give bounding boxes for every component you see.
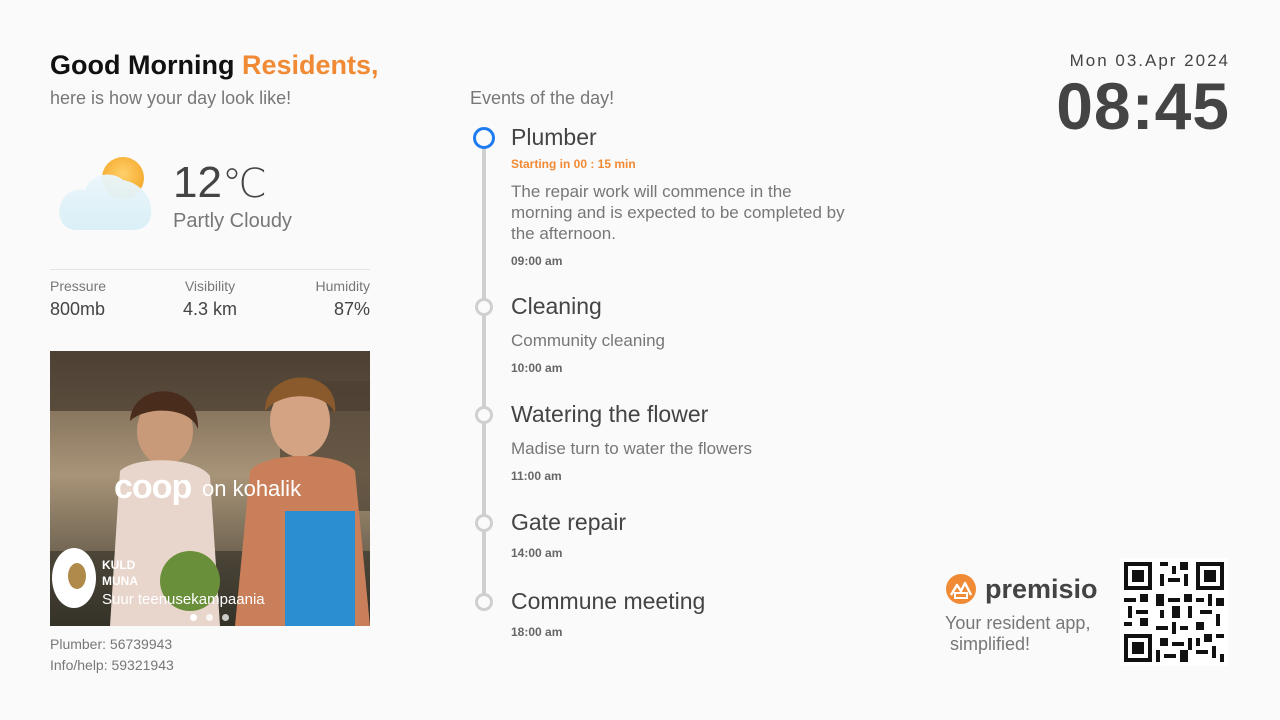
partly-cloudy-icon (59, 157, 152, 230)
temperature: 12℃ (173, 158, 267, 208)
event-item[interactable]: Commune meeting 18:00 am (511, 588, 705, 639)
timeline-dot-active (473, 127, 495, 149)
premisio-logo-icon (946, 574, 976, 604)
egg-icon (52, 548, 96, 608)
event-item[interactable]: Gate repair 14:00 am (511, 509, 626, 560)
stat-label: Visibility (184, 278, 236, 294)
timeline-dot (475, 593, 493, 611)
timeline-dot (475, 514, 493, 532)
greeting: Good Morning Residents, (50, 50, 379, 81)
ad-badge-line2: MUNA (102, 574, 138, 588)
greeting-name: Residents, (241, 50, 379, 80)
event-title: Gate repair (511, 509, 627, 535)
divider (50, 269, 370, 270)
event-item[interactable]: Watering the flower Madise turn to water… (511, 401, 851, 483)
contacts: Plumber: 56739943 Info/help: 59321943 (50, 634, 174, 676)
event-time: 09:00 am (511, 254, 563, 268)
ad-banner[interactable]: coop on kohalik KULD MUNA Suur teenuseka… (50, 351, 370, 626)
timeline-line (482, 148, 486, 600)
event-description: Madise turn to water the flowers (511, 439, 752, 458)
stat-value: 800mb (50, 299, 106, 319)
stat-pressure: Pressure 800mb (50, 278, 160, 320)
event-time: 11:00 am (511, 469, 562, 483)
event-countdown: Starting in 00 : 15 min (511, 157, 636, 171)
timeline-dot (475, 298, 493, 316)
event-title: Watering the flower (511, 401, 709, 427)
ad-badge-line1: KULD (102, 558, 136, 572)
event-time: 18:00 am (511, 625, 563, 639)
contact-plumber: Plumber: 56739943 (50, 636, 173, 652)
events-title: Events of the day! (470, 88, 615, 108)
stat-value: 87% (333, 299, 370, 319)
carousel-dot[interactable] (222, 614, 229, 621)
event-time: 14:00 am (511, 546, 563, 560)
event-item[interactable]: Cleaning Community cleaning 10:00 am (511, 293, 851, 375)
carousel-dot[interactable] (206, 614, 213, 621)
temperature-unit: ℃ (221, 162, 267, 206)
event-description: The repair work will commence in the mor… (511, 182, 845, 243)
greeting-subtitle: here is how your day look like! (50, 88, 292, 108)
ad-tagline: Suur teenusekampaania (102, 591, 265, 608)
event-title: Commune meeting (511, 588, 706, 614)
stat-value: 4.3 km (182, 299, 238, 319)
ad-badge: KULD MUNA (102, 557, 138, 589)
stat-label: Pressure (50, 278, 107, 294)
brand-tagline: Your resident app, simplified! (945, 613, 1091, 654)
brand-name: premisio (985, 573, 1098, 604)
event-title: Plumber (511, 124, 597, 150)
weather-condition: Partly Cloudy (173, 210, 292, 232)
timeline-dot (475, 406, 493, 424)
qr-code-icon (1120, 558, 1228, 666)
ad-brand: coop (114, 468, 192, 506)
stat-label: Humidity (315, 278, 370, 294)
contact-info: Info/help: 59321943 (50, 657, 174, 673)
ad-brand-suffix: on kohalik (202, 476, 302, 501)
event-description: Community cleaning (511, 331, 666, 350)
carousel-dots (190, 614, 229, 621)
stat-humidity: Humidity 87% (260, 278, 370, 320)
stat-visibility: Visibility 4.3 km (155, 278, 265, 320)
event-item[interactable]: Plumber Starting in 00 : 15 min The repa… (511, 124, 851, 268)
clock: 08:45 (1056, 69, 1230, 143)
event-title: Cleaning (511, 293, 602, 319)
carousel-dot-active[interactable] (190, 614, 197, 621)
event-time: 10:00 am (511, 361, 563, 375)
brand: premisio (945, 573, 1098, 605)
temperature-value: 12 (173, 158, 222, 207)
greeting-prefix: Good Morning (50, 50, 235, 80)
